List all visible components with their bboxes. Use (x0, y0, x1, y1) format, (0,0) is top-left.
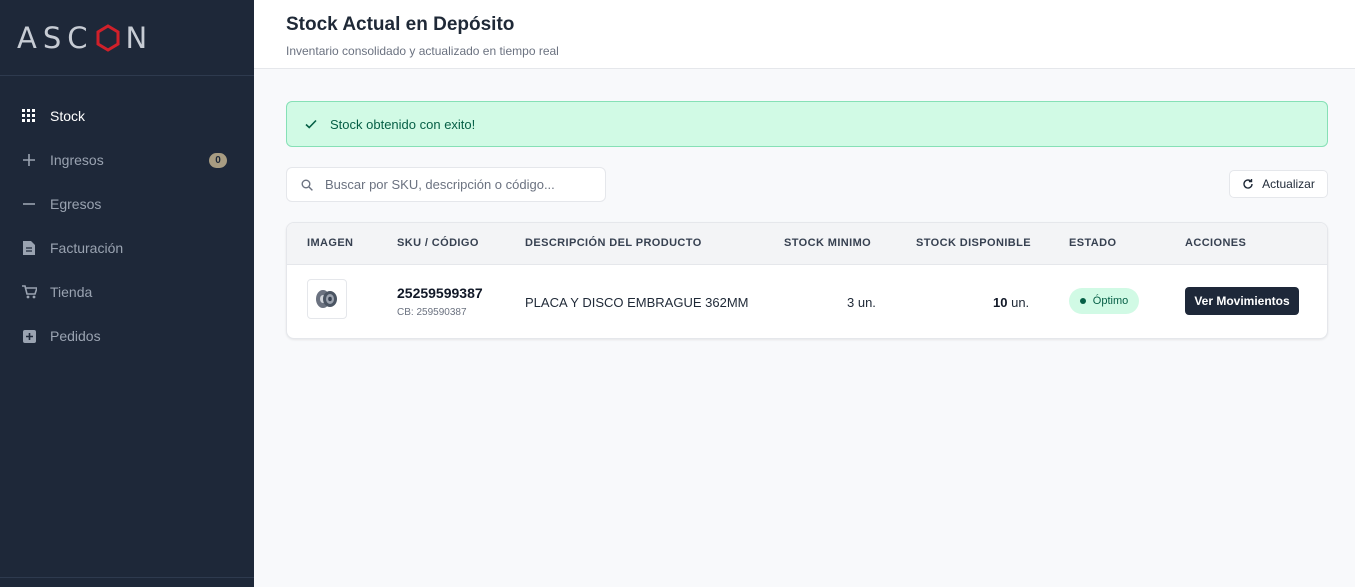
logo-wordmark: ASC N (17, 20, 154, 55)
stock-available-unit: un. (1011, 295, 1030, 310)
page-subtitle: Inventario consolidado y actualizado en … (286, 44, 559, 58)
status-dot-icon (1079, 298, 1086, 304)
product-thumbnail[interactable] (307, 279, 347, 319)
column-header-stock-available: STOCK DISPONIBLE (916, 237, 1031, 249)
column-header-image: IMAGEN (307, 237, 354, 249)
table-row: 25259599387 CB: 259590387 PLACA Y DISCO … (287, 265, 1327, 338)
grid-icon (21, 108, 37, 124)
sidebar-item-label: Pedidos (50, 328, 101, 344)
sidebar-nav: Stock Ingresos 0 Egresos Facturación Tie… (0, 94, 254, 358)
stock-available-value: 10 un. (993, 295, 1029, 310)
sidebar-item-stock[interactable]: Stock (0, 94, 254, 138)
sidebar-item-label: Ingresos (50, 152, 104, 168)
page-header: Stock Actual en Depósito Inventario cons… (254, 0, 1355, 69)
status-label: Óptimo (1092, 295, 1129, 307)
product-description: PLACA Y DISCO EMBRAGUE 362MM (525, 295, 749, 310)
column-header-sku: SKU / CÓDIGO (397, 237, 479, 249)
sidebar-item-facturacion[interactable]: Facturación (0, 226, 254, 270)
view-movements-button[interactable]: Ver Movimientos (1185, 287, 1299, 315)
logo[interactable]: ASC N (0, 0, 254, 76)
cart-icon (21, 284, 37, 300)
page-title: Stock Actual en Depósito (286, 14, 515, 35)
stock-table: IMAGEN SKU / CÓDIGO DESCRIPCIÓN DEL PROD… (286, 222, 1328, 339)
clutch-disc-image (316, 290, 337, 308)
sidebar-item-label: Stock (50, 108, 86, 124)
search-input[interactable] (325, 177, 585, 192)
sidebar-item-label: Egresos (50, 196, 102, 212)
refresh-button[interactable]: Actualizar (1229, 170, 1328, 198)
logo-hexagon-icon (96, 23, 119, 52)
sidebar: ASC N Stock Ingresos 0 Egresos Facturaci… (0, 0, 254, 587)
sidebar-item-egresos[interactable]: Egresos (0, 182, 254, 226)
barcode-value: CB: 259590387 (397, 307, 467, 318)
check-icon (305, 119, 317, 129)
search-icon (301, 179, 313, 191)
sidebar-divider (0, 577, 254, 578)
view-movements-label: Ver Movimientos (1194, 294, 1290, 308)
sidebar-item-label: Tienda (50, 284, 93, 300)
success-alert: Stock obtenido con exito! (286, 101, 1328, 147)
stock-available-number: 10 (993, 295, 1008, 310)
column-header-description: DESCRIPCIÓN DEL PRODUCTO (525, 237, 702, 249)
sku-value: 25259599387 (397, 285, 483, 301)
status-badge: Óptimo (1069, 288, 1139, 314)
stock-min-value: 3 un. (847, 295, 876, 310)
document-icon (21, 240, 37, 256)
sidebar-item-tienda[interactable]: Tienda (0, 270, 254, 314)
sidebar-item-ingresos[interactable]: Ingresos 0 (0, 138, 254, 182)
sidebar-item-label: Facturación (50, 240, 124, 256)
refresh-label: Actualizar (1262, 177, 1315, 191)
sidebar-item-pedidos[interactable]: Pedidos (0, 314, 254, 358)
column-header-stock-min: STOCK MINIMO (784, 237, 872, 249)
search-box[interactable] (286, 167, 606, 202)
table-header: IMAGEN SKU / CÓDIGO DESCRIPCIÓN DEL PROD… (287, 223, 1327, 265)
count-badge: 0 (209, 153, 227, 168)
alert-message: Stock obtenido con exito! (330, 116, 476, 132)
refresh-icon (1243, 179, 1253, 189)
plus-box-icon (21, 328, 37, 344)
column-header-status: ESTADO (1069, 237, 1117, 249)
plus-icon (21, 152, 37, 168)
column-header-actions: ACCIONES (1185, 237, 1247, 249)
minus-icon (21, 196, 37, 212)
